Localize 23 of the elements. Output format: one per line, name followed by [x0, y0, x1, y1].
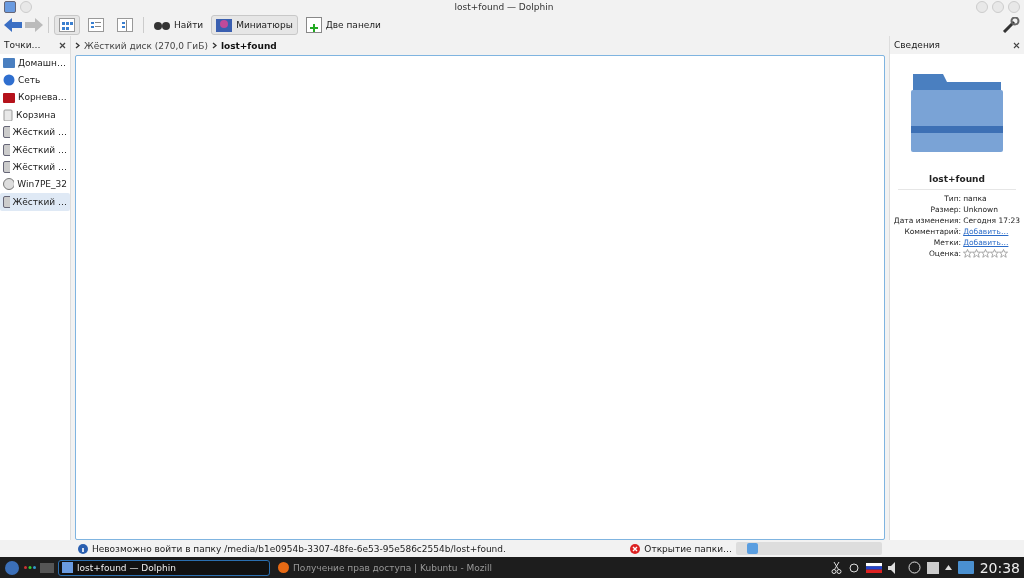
panel-title: Точки…	[4, 40, 41, 50]
place-item[interactable]: Жёсткий …	[0, 158, 70, 176]
find-button[interactable]: Найти	[149, 15, 209, 35]
place-item[interactable]: Корнева…	[0, 88, 70, 107]
place-item[interactable]: Корзина	[0, 106, 70, 124]
place-item[interactable]: Жёсткий …	[0, 140, 70, 159]
job-label: Открытие папки…	[644, 543, 732, 554]
split-button[interactable]: Две панели	[300, 15, 386, 35]
place-item[interactable]: Жёсткий …	[0, 123, 70, 141]
breadcrumb-item[interactable]: lost+found	[220, 40, 277, 51]
place-item[interactable]: Win7PE_32	[0, 175, 70, 194]
place-item[interactable]: Домашн…	[0, 54, 70, 72]
task-button[interactable]: lost+found — Dolphin	[58, 559, 270, 576]
place-item[interactable]: Сеть	[0, 71, 70, 89]
window-title: lost+found — Dolphin	[453, 2, 555, 12]
file-name: lost+found	[898, 170, 1016, 190]
status-message: Невозможно войти в папку /media/b1e0954b-3307-48fe-6e53-95e586c2554b/lost+found.	[92, 543, 507, 554]
preview-button[interactable]: Миниатюры	[211, 15, 298, 35]
clock: 20:38	[979, 559, 1020, 576]
task-button[interactable]: Получение прав доступа | Kubuntu - Mozill	[274, 559, 496, 576]
breadcrumb-item[interactable]: Жёсткий диск (270,0 ГиБ)	[84, 40, 208, 51]
panel-title: Сведения	[894, 40, 941, 50]
place-item[interactable]: Жёсткий …	[0, 193, 70, 211]
